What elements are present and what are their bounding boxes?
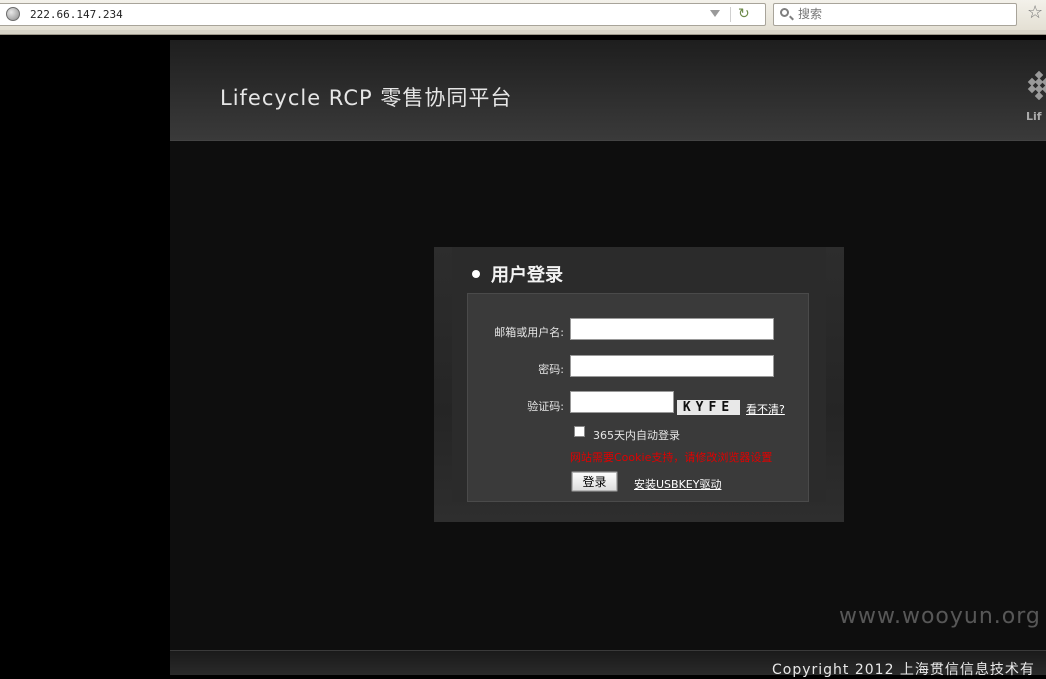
cookie-warning: 网站需要Cookie支持，请修改浏览器设置 [570,451,773,464]
captcha-input[interactable] [570,391,674,413]
bullet-icon [472,270,480,278]
reload-icon[interactable]: ↻ [738,5,750,23]
login-form: 邮箱或用户名: 密码: 验证码: KYFE 看不清? 365天内自动登录 网站需… [467,293,809,502]
captcha-image[interactable]: KYFE [677,400,740,415]
remember-label: 365天内自动登录 [593,429,680,442]
login-button[interactable]: 登录 [571,471,618,492]
login-title: 用户登录 [472,261,563,287]
password-label: 密码: [538,363,564,376]
toolbar-border [0,30,1046,35]
watermark: www.wooyun.org [839,604,1041,629]
divider [730,7,731,22]
site-footer: Copyright 2012 上海贯信信息技术有 [170,650,1046,678]
captcha-refresh-link[interactable]: 看不清? [746,401,785,417]
site-title: Lifecycle RCP 零售协同平台 [220,86,513,110]
logo-icon [1027,70,1046,100]
remember-checkbox[interactable] [574,426,585,437]
username-input[interactable] [570,318,774,340]
username-label: 邮箱或用户名: [494,326,564,339]
search-bar[interactable] [773,3,1017,26]
login-box: 用户登录 邮箱或用户名: 密码: 验证码: KYFE 看不清? 365天内自动登… [434,247,844,522]
address-bar[interactable]: 222.66.147.234 ↻ [0,3,766,26]
globe-icon [6,7,20,21]
site-header: Lifecycle RCP 零售协同平台 Lif [170,40,1046,141]
search-icon[interactable] [780,8,789,17]
usbkey-driver-link[interactable]: 安装USBKEY驱动 [634,476,721,492]
login-title-text: 用户登录 [491,265,563,286]
chevron-down-icon[interactable] [710,10,720,17]
bookmark-star-icon[interactable]: ☆ [1027,2,1043,24]
page-content: Lifecycle RCP 零售协同平台 Lif 用户登录 邮箱或用户名: 密码… [170,40,1046,678]
captcha-label: 验证码: [527,400,564,413]
password-input[interactable] [570,355,774,377]
browser-toolbar: 222.66.147.234 ↻ ☆ [0,0,1046,31]
copyright-text: Copyright 2012 上海贯信信息技术有 [772,662,1035,678]
url-text[interactable]: 222.66.147.234 [30,8,123,21]
search-input[interactable] [798,6,998,22]
logo-text: Lif [1026,110,1042,123]
